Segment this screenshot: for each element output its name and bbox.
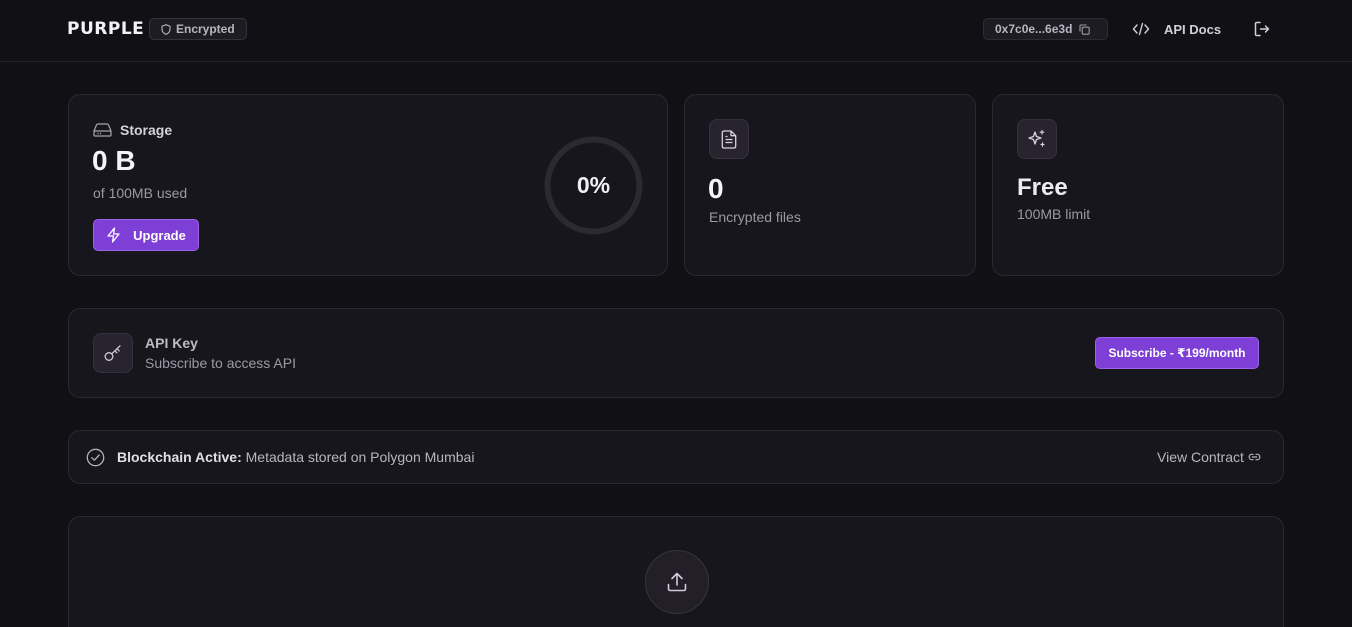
storage-used-value: 0 B — [92, 145, 136, 176]
encrypted-badge: Encrypted — [149, 18, 247, 40]
file-icon — [709, 119, 749, 159]
app-logo[interactable]: PURPLE — [67, 19, 144, 39]
upload-dropzone[interactable] — [68, 516, 1284, 627]
copy-icon[interactable] — [1079, 23, 1091, 35]
blockchain-status-bold: Blockchain Active: — [117, 449, 242, 465]
storage-progress-ring: 0% — [543, 135, 644, 236]
wallet-address: 0x7c0e...6e3d — [995, 22, 1073, 36]
upgrade-button[interactable]: Upgrade — [93, 219, 199, 251]
blockchain-status-text: Blockchain Active: Metadata stored on Po… — [117, 449, 474, 465]
blockchain-status-bar: Blockchain Active: Metadata stored on Po… — [68, 430, 1284, 484]
storage-label: Storage — [120, 122, 173, 138]
hard-drive-icon — [93, 123, 112, 137]
plan-name: Free — [1017, 174, 1068, 201]
api-key-title: API Key — [145, 335, 198, 351]
api-docs-link[interactable]: API Docs — [1132, 19, 1221, 39]
upgrade-label: Upgrade — [133, 227, 186, 243]
upload-icon — [665, 570, 689, 594]
storage-card: Storage 0 B of 100MB used Upgrade 0% — [68, 94, 668, 276]
sparkles-icon — [1017, 119, 1057, 159]
plan-limit: 100MB limit — [1017, 206, 1091, 222]
check-circle-icon — [86, 448, 105, 467]
logout-icon[interactable] — [1253, 20, 1271, 38]
files-count: 0 — [708, 173, 724, 204]
files-card: 0 Encrypted files — [684, 94, 976, 276]
wallet-address-chip[interactable]: 0x7c0e...6e3d — [983, 18, 1108, 40]
storage-percent: 0% — [576, 172, 611, 198]
shield-icon — [161, 23, 171, 35]
plan-card: Free 100MB limit — [992, 94, 1284, 276]
link-icon — [1248, 452, 1261, 462]
api-key-subtitle: Subscribe to access API — [145, 355, 296, 371]
storage-heading: Storage — [93, 122, 172, 138]
api-docs-label: API Docs — [1164, 21, 1222, 37]
top-header: PURPLE Encrypted 0x7c0e...6e3d API Docs — [0, 0, 1352, 62]
blockchain-status-detail: Metadata stored on Polygon Mumbai — [241, 449, 475, 465]
key-icon — [93, 333, 133, 373]
api-key-card: API Key Subscribe to access API Subscrib… — [68, 308, 1284, 398]
code-icon — [1132, 22, 1150, 36]
subscribe-button[interactable]: Subscribe - ₹199/month — [1095, 337, 1259, 369]
encrypted-badge-label: Encrypted — [176, 22, 235, 36]
files-label: Encrypted files — [709, 209, 801, 225]
upload-button[interactable] — [645, 550, 709, 614]
storage-of-text: of 100MB used — [93, 185, 188, 201]
view-contract-label: View Contract — [1157, 449, 1244, 465]
view-contract-link[interactable]: View Contract — [1157, 449, 1261, 465]
lightning-icon — [106, 227, 121, 243]
